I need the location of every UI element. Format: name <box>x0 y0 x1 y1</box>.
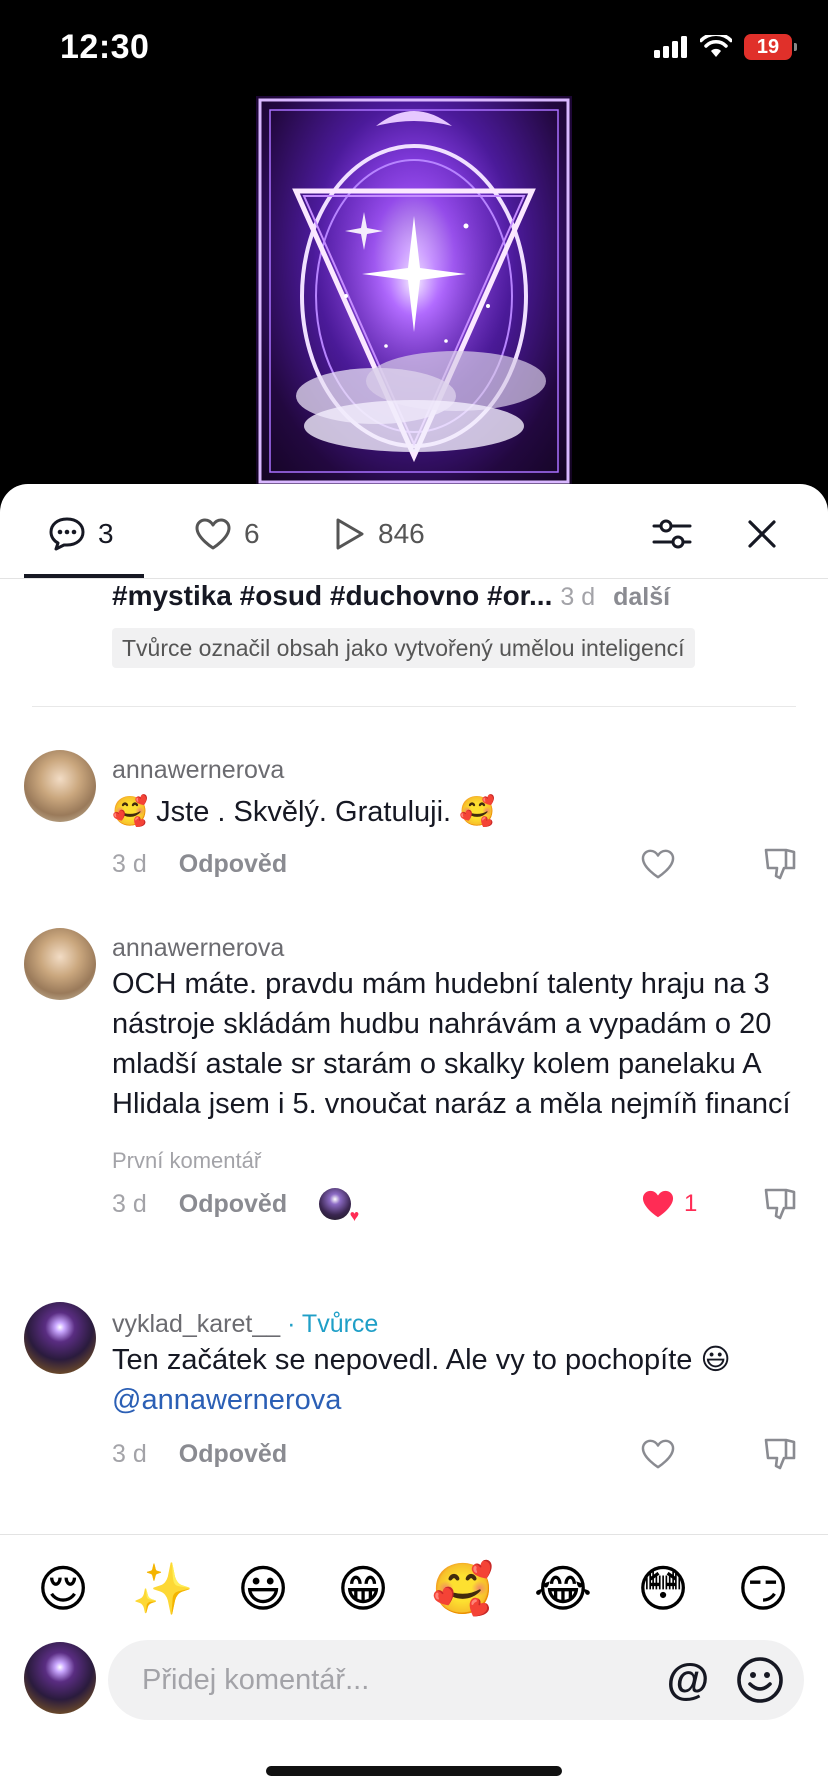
comment-username[interactable]: annawernerova <box>112 756 284 785</box>
description-hashtags: #mystika #osud #duchovno #or... <box>112 580 553 611</box>
emoji-smiley[interactable]: 😃 <box>228 1554 298 1624</box>
comment-username[interactable]: vyklad_karet__ <box>112 1310 280 1338</box>
sheet-tabs: 3 6 846 <box>0 484 828 580</box>
creator-heart-icon: ♥ <box>349 1208 360 1225</box>
emoji-smiling-hearts[interactable]: 🥰 <box>428 1554 498 1624</box>
reply-button[interactable]: Odpověd <box>179 1190 287 1219</box>
close-icon <box>748 520 776 548</box>
creator-liked-avatar: ♥ <box>319 1188 359 1225</box>
like-button[interactable]: 1 <box>640 1184 697 1224</box>
comment-item: annawernerova 🥰 Jste . Skvělý. Gratuluji… <box>0 746 828 886</box>
creator-tag: · Tvůrce <box>287 1310 379 1338</box>
tab-comments[interactable]: 3 <box>48 514 114 554</box>
emoji-relieved[interactable]: 😌 <box>28 1554 98 1624</box>
play-icon <box>336 518 364 550</box>
emoji-icon <box>737 1657 783 1703</box>
dislike-button[interactable] <box>760 1434 800 1474</box>
mystic-mirror-artwork <box>258 98 570 484</box>
dislike-icon <box>764 848 796 880</box>
dislike-button[interactable] <box>760 1184 800 1224</box>
ai-generated-label: Tvůrce označil obsah jako vytvořený uměl… <box>112 628 695 668</box>
comment-meta: 3 d Odpověd <box>112 1436 287 1472</box>
close-button[interactable] <box>740 512 784 556</box>
description-date: 3 d <box>560 583 596 611</box>
comment-date: 3 d <box>112 1439 147 1468</box>
comment-meta: 3 d Odpověd <box>112 846 287 882</box>
comments-sheet: 3 6 846 #mystika #osud #duchovno #or... … <box>0 484 828 1792</box>
status-bar: 12:30 19 <box>0 0 828 100</box>
battery-icon: 19 <box>744 34 797 60</box>
heart-icon <box>641 849 675 879</box>
comment-body: Ten začátek se nepovedl. Ale vy to pocho… <box>112 1344 731 1376</box>
comment-date: 3 d <box>112 1189 147 1218</box>
emoji-flushed[interactable]: 😳 <box>628 1554 698 1624</box>
wifi-icon <box>700 35 732 57</box>
description-separator <box>32 706 796 707</box>
emoji-sparkles[interactable]: ✨ <box>128 1554 198 1624</box>
comment-meta: 3 d Odpověd ♥ <box>112 1186 359 1225</box>
comments-count: 3 <box>98 518 114 549</box>
filter-icon <box>652 519 692 549</box>
video-description[interactable]: #mystika #osud #duchovno #or... 3 d další <box>112 580 802 624</box>
battery-level: 19 <box>756 35 780 58</box>
comment-username-row: vyklad_karet__ · Tvůrce <box>112 1310 378 1339</box>
status-time: 12:30 <box>60 28 150 66</box>
tabs-divider <box>0 578 828 579</box>
dislike-button[interactable] <box>760 844 800 884</box>
comment-text: OCH máte. pravdu mám hudební talenty hra… <box>112 968 791 1120</box>
description-more-link[interactable]: další <box>613 583 670 611</box>
emoji-joy[interactable]: 😂 <box>528 1554 598 1624</box>
comment-item: annawernerova OCH máte. pravdu mám hudeb… <box>0 924 828 1225</box>
emoji-smirk[interactable]: 😏 <box>728 1554 798 1624</box>
comment-input[interactable] <box>142 1640 612 1720</box>
comment-input-box: @ <box>108 1640 804 1720</box>
status-indicators: 19 <box>654 34 797 60</box>
like-button[interactable] <box>640 1434 676 1474</box>
cellular-signal-icon <box>654 36 687 58</box>
views-count: 846 <box>378 518 425 549</box>
emoji-picker-button[interactable] <box>734 1654 786 1706</box>
comment-text: 🥰 Jste . Skvělý. Gratuluji. 🥰 <box>112 796 496 828</box>
avatar[interactable] <box>24 750 96 822</box>
current-user-avatar <box>24 1642 96 1714</box>
emoji-quick-bar: 😌 ✨ 😃 😁 🥰 😂 😳 😏 <box>0 1554 828 1624</box>
tab-likes[interactable]: 6 <box>194 514 260 554</box>
mention-link[interactable]: @annawernerova <box>112 1384 341 1416</box>
avatar[interactable] <box>24 1302 96 1374</box>
dislike-icon <box>764 1188 796 1220</box>
home-indicator <box>266 1766 562 1776</box>
like-button[interactable] <box>640 844 676 884</box>
comment-date: 3 d <box>112 849 147 878</box>
emoji-grin[interactable]: 😁 <box>328 1554 398 1624</box>
tab-views[interactable]: 846 <box>332 514 425 554</box>
like-count: 1 <box>684 1190 698 1217</box>
emoji-bar-divider <box>0 1534 828 1535</box>
comment-text: Ten začátek se nepovedl. Ale vy to pocho… <box>112 1340 812 1420</box>
avatar[interactable] <box>24 928 96 1000</box>
heart-filled-icon <box>642 1190 674 1218</box>
likes-count: 6 <box>244 518 260 549</box>
heart-icon <box>195 518 231 550</box>
filter-button[interactable] <box>650 512 694 556</box>
first-comment-label: První komentář <box>112 1148 262 1173</box>
comment-username[interactable]: annawernerova <box>112 934 284 963</box>
heart-icon <box>641 1439 675 1469</box>
reply-button[interactable]: Odpověd <box>179 1440 287 1469</box>
video-thumbnail[interactable] <box>256 96 572 486</box>
reply-button[interactable]: Odpověd <box>179 850 287 879</box>
comment-icon <box>49 517 85 551</box>
mention-button[interactable]: @ <box>664 1656 712 1704</box>
dislike-icon <box>764 1438 796 1470</box>
comment-item: vyklad_karet__ · Tvůrce Ten začátek se n… <box>0 1300 828 1500</box>
